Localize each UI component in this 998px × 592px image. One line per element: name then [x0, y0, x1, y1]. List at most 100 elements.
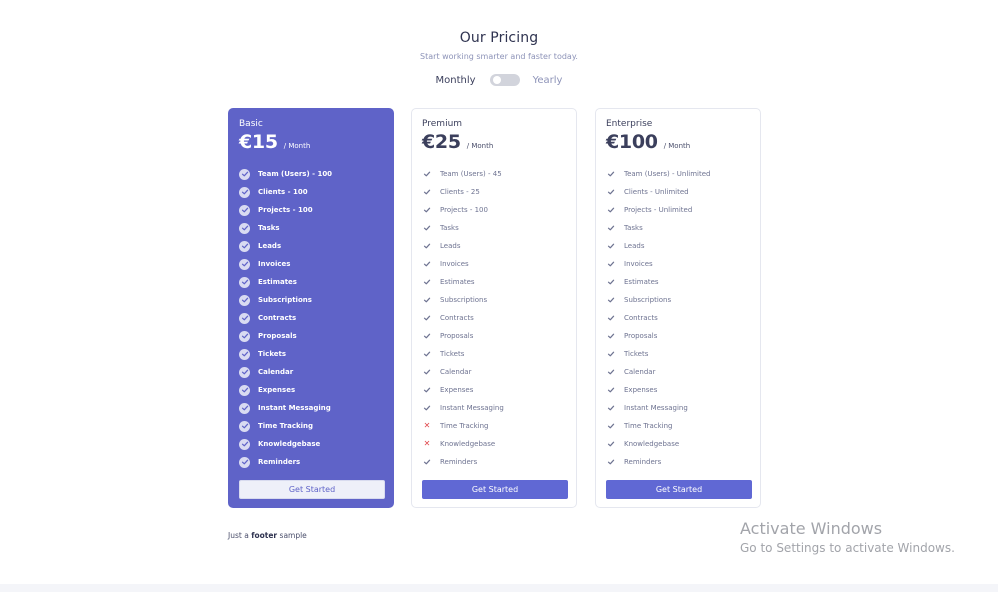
- feature-item: Expenses: [422, 381, 568, 399]
- feature-label: Knowledgebase: [624, 440, 680, 448]
- check-icon: [422, 385, 432, 395]
- check-icon: [422, 259, 432, 269]
- switch-knob: [492, 76, 501, 84]
- check-icon: [606, 385, 616, 395]
- feature-item: Subscriptions: [422, 291, 568, 309]
- check-icon: [422, 403, 432, 413]
- feature-label: Expenses: [258, 386, 296, 394]
- watermark-title: Activate Windows: [740, 519, 883, 538]
- check-icon: [422, 169, 432, 179]
- feature-item: Proposals: [606, 327, 752, 345]
- check-icon: [239, 330, 250, 342]
- footer-note: Just a footer sample: [228, 531, 307, 540]
- check-icon: [606, 205, 616, 215]
- feature-item: Tickets: [239, 345, 385, 363]
- check-icon: [606, 277, 616, 287]
- feature-item: Knowledgebase: [239, 435, 385, 453]
- plan-period: / Month: [283, 142, 311, 150]
- check-icon: [422, 367, 432, 377]
- check-icon: [239, 456, 250, 468]
- feature-label: Tickets: [258, 350, 287, 358]
- feature-label: Invoices: [624, 260, 653, 268]
- feature-label: Team (Users) - Unlimited: [624, 170, 711, 178]
- feature-label: Leads: [258, 242, 282, 250]
- check-icon: [239, 186, 250, 198]
- feature-label: Team (Users) - 45: [440, 170, 502, 178]
- feature-item: Tasks: [606, 219, 752, 237]
- check-icon: [606, 223, 616, 233]
- plan-card-premium: Premium €25 / Month Team (Users) - 45 Cli…: [411, 108, 577, 508]
- feature-label: Team (Users) - 100: [258, 170, 333, 178]
- feature-item: Projects - Unlimited: [606, 201, 752, 219]
- check-icon: [606, 241, 616, 251]
- check-icon: [606, 367, 616, 377]
- feature-label: Invoices: [258, 260, 291, 268]
- feature-item: Time Tracking: [239, 417, 385, 435]
- check-icon: [422, 223, 432, 233]
- pricing-header: Our Pricing Start working smarter and fa…: [0, 30, 998, 61]
- plan-period: / Month: [466, 142, 494, 150]
- feature-label: Estimates: [258, 278, 297, 286]
- feature-label: Reminders: [440, 458, 478, 466]
- feature-label: Clients - 25: [440, 188, 480, 196]
- feature-item: Clients - 25: [422, 183, 568, 201]
- feature-label: Contracts: [440, 314, 474, 322]
- feature-item: Calendar: [422, 363, 568, 381]
- feature-label: Projects - Unlimited: [624, 206, 693, 214]
- feature-item: Tickets: [422, 345, 568, 363]
- feature-label: Expenses: [624, 386, 658, 394]
- feature-item: Team (Users) - Unlimited: [606, 165, 752, 183]
- check-icon: [422, 241, 432, 251]
- feature-item: Leads: [606, 237, 752, 255]
- get-started-button[interactable]: Get Started: [422, 480, 568, 499]
- feature-item: Subscriptions: [239, 291, 385, 309]
- feature-item: Estimates: [239, 273, 385, 291]
- feature-label: Clients - 100: [258, 188, 308, 196]
- feature-item: Reminders: [239, 453, 385, 471]
- feature-item: Reminders: [606, 453, 752, 471]
- feature-label: Calendar: [258, 368, 294, 376]
- feature-item: Team (Users) - 100: [239, 165, 385, 183]
- feature-label: Subscriptions: [440, 296, 488, 304]
- feature-label: Invoices: [440, 260, 469, 268]
- feature-item: Expenses: [239, 381, 385, 399]
- feature-label: Knowledgebase: [258, 440, 321, 448]
- page-subtitle: Start working smarter and faster today.: [420, 52, 578, 61]
- feature-label: Instant Messaging: [624, 404, 688, 412]
- price-row: €100 / Month: [606, 131, 690, 153]
- get-started-button[interactable]: Get Started: [606, 480, 752, 499]
- check-icon: [239, 420, 250, 432]
- check-icon: [422, 187, 432, 197]
- feature-label: Proposals: [258, 332, 297, 340]
- feature-item: Estimates: [422, 273, 568, 291]
- check-icon: [606, 439, 616, 449]
- feature-label: Reminders: [258, 458, 301, 466]
- check-icon: [606, 349, 616, 359]
- check-icon: [606, 331, 616, 341]
- feature-item: Subscriptions: [606, 291, 752, 309]
- feature-label: Projects - 100: [258, 206, 313, 214]
- feature-label: Contracts: [624, 314, 658, 322]
- cross-icon: ✕: [422, 439, 432, 449]
- yearly-label[interactable]: Yearly: [533, 75, 563, 86]
- plan-card-enterprise: Enterprise €100 / Month Team (Users) - U…: [595, 108, 761, 508]
- feature-label: Estimates: [440, 278, 475, 286]
- check-icon: [606, 313, 616, 323]
- watermark-subtitle: Go to Settings to activate Windows.: [740, 541, 955, 555]
- check-icon: [239, 312, 250, 324]
- get-started-button[interactable]: Get Started: [239, 480, 385, 499]
- feature-label: Instant Messaging: [258, 404, 331, 412]
- monthly-label[interactable]: Monthly: [436, 75, 476, 86]
- feature-item: Instant Messaging: [239, 399, 385, 417]
- price-row: €15 / Month: [239, 131, 310, 153]
- feature-label: Clients - Unlimited: [624, 188, 689, 196]
- feature-label: Instant Messaging: [440, 404, 504, 412]
- plan-price: €15: [239, 131, 278, 153]
- billing-period-switch[interactable]: [489, 74, 520, 86]
- feature-label: Tickets: [624, 350, 649, 358]
- feature-item: Invoices: [606, 255, 752, 273]
- page-title: Our Pricing: [459, 30, 539, 46]
- feature-item: Clients - Unlimited: [606, 183, 752, 201]
- check-icon: [239, 348, 250, 360]
- feature-label: Proposals: [440, 332, 474, 340]
